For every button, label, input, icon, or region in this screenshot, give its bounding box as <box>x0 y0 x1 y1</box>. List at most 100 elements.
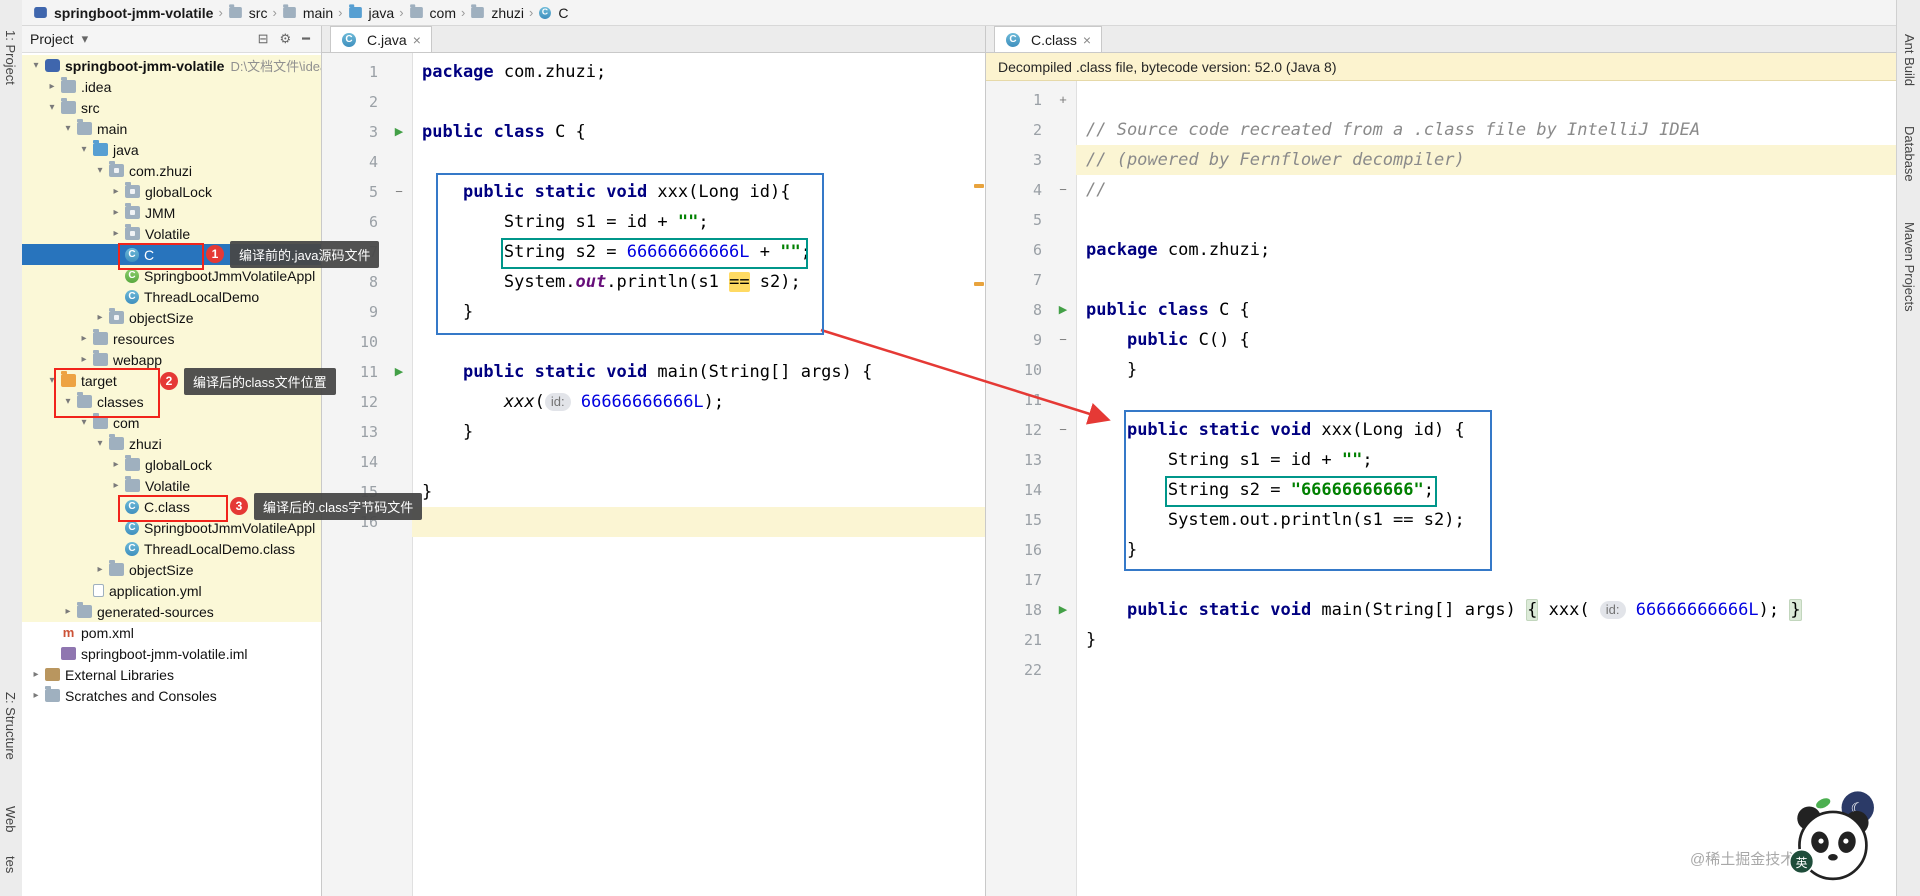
tree-item-generated-sources[interactable]: ▸ generated-sources <box>22 601 321 622</box>
breadcrumb-item-java[interactable]: java <box>345 4 398 21</box>
gear-icon[interactable]: ⚙ <box>277 31 295 47</box>
tree-item-label: objectSize <box>129 309 194 326</box>
code-text[interactable]: public class C { <box>412 117 985 147</box>
chevron-right-icon[interactable]: ▸ <box>76 333 92 344</box>
code-token: main(String[] args) { <box>647 362 873 382</box>
fold-collapse-icon[interactable]: − <box>1050 415 1076 445</box>
code-text[interactable]: public static void main(String[] args) {… <box>1076 595 1896 625</box>
chevron-right-icon[interactable]: ▸ <box>76 354 92 365</box>
breadcrumb-item-com[interactable]: com <box>406 4 459 21</box>
code-text[interactable]: // Source code recreated from a .class f… <box>1076 115 1896 145</box>
chevron-right-icon[interactable]: ▸ <box>28 669 44 680</box>
chevron-right-icon[interactable]: ▸ <box>108 186 124 197</box>
tree-item-src[interactable]: ▾ src <box>22 97 321 118</box>
tree-item-java[interactable]: ▾ java <box>22 139 321 160</box>
chevron-right-icon[interactable]: ▸ <box>60 606 76 617</box>
collapse-all-icon[interactable]: ⊟ <box>255 31 272 47</box>
chevron-right-icon[interactable]: ▸ <box>44 81 60 92</box>
chevron-right-icon[interactable]: ▸ <box>108 228 124 239</box>
chevron-down-icon[interactable]: ▾ <box>76 417 92 428</box>
code-text[interactable]: package com.zhuzi; <box>412 57 985 87</box>
code-text[interactable] <box>1076 655 1896 685</box>
gutter-spacer <box>386 87 412 117</box>
code-text[interactable]: } <box>1076 355 1896 385</box>
run-icon[interactable]: ▶ <box>1050 595 1076 625</box>
chevron-down-icon[interactable]: ▾ <box>28 60 44 71</box>
breadcrumb-item-src[interactable]: src <box>225 4 271 21</box>
tree-item-.idea[interactable]: ▸ .idea <box>22 76 321 97</box>
tool-button-database[interactable]: Database <box>1902 126 1917 182</box>
tree-item-threadlocaldemo.class[interactable]: C ThreadLocalDemo.class <box>22 538 321 559</box>
tree-item-zhuzi[interactable]: ▾ zhuzi <box>22 433 321 454</box>
code-text[interactable] <box>412 87 985 117</box>
tree-item-springboot-jmm-volatile.iml[interactable]: springboot-jmm-volatile.iml <box>22 643 321 664</box>
fold-collapse-icon[interactable]: − <box>1050 325 1076 355</box>
tool-button-structure[interactable]: Z: Structure <box>3 692 18 760</box>
tree-item-resources[interactable]: ▸ resources <box>22 328 321 349</box>
code-text[interactable]: // <box>1076 175 1896 205</box>
chevron-right-icon[interactable]: ▸ <box>92 564 108 575</box>
run-icon[interactable]: ▶ <box>386 357 412 387</box>
close-tab-icon[interactable]: × <box>1083 32 1091 48</box>
code-text[interactable]: } <box>412 477 985 507</box>
code-text[interactable] <box>412 507 985 537</box>
fold-collapse-icon[interactable]: − <box>1050 175 1076 205</box>
code-text[interactable]: package com.zhuzi; <box>1076 235 1896 265</box>
chevron-right-icon[interactable]: ▸ <box>108 207 124 218</box>
tool-button-web[interactable]: Web <box>3 806 18 833</box>
tree-item-com.zhuzi[interactable]: ▾ com.zhuzi <box>22 160 321 181</box>
chevron-down-icon[interactable]: ▾ <box>92 165 108 176</box>
fold-expand-icon[interactable]: + <box>1050 85 1076 115</box>
tree-item-globallock[interactable]: ▸ globalLock <box>22 181 321 202</box>
tree-item-objectsize[interactable]: ▸ objectSize <box>22 307 321 328</box>
tree-item-globallock[interactable]: ▸ globalLock <box>22 454 321 475</box>
chevron-down-icon[interactable]: ▾ <box>79 31 92 47</box>
chevron-down-icon[interactable]: ▾ <box>92 438 108 449</box>
tree-item-scratches-and-consoles[interactable]: ▸ Scratches and Consoles <box>22 685 321 706</box>
code-text[interactable]: } <box>1076 625 1896 655</box>
breadcrumb-item-main[interactable]: main <box>279 4 336 21</box>
code-text[interactable] <box>1076 265 1896 295</box>
line-number: 13 <box>359 423 378 441</box>
tree-item-webapp[interactable]: ▸ webapp <box>22 349 321 370</box>
chevron-right-icon[interactable]: ▸ <box>28 690 44 701</box>
class-icon: C <box>125 289 139 304</box>
breadcrumb-item-c[interactable]: CC <box>535 5 571 21</box>
tree-item-springboot-jmm-volatile[interactable]: ▾ springboot-jmm-volatile D:\文档文件\idea_ <box>22 55 321 76</box>
code-text[interactable]: xxx(id: 66666666666L); <box>412 387 985 417</box>
chevron-right-icon[interactable]: ▸ <box>108 480 124 491</box>
chevron-down-icon[interactable]: ▾ <box>60 123 76 134</box>
code-text[interactable]: } <box>412 417 985 447</box>
tree-item-objectsize[interactable]: ▸ objectSize <box>22 559 321 580</box>
hide-panel-icon[interactable]: ━ <box>299 31 313 47</box>
tree-item-application.yml[interactable]: application.yml <box>22 580 321 601</box>
tab-c-java[interactable]: C C.java × <box>330 26 432 52</box>
close-tab-icon[interactable]: × <box>413 32 421 48</box>
code-text[interactable] <box>412 447 985 477</box>
tool-button-project[interactable]: 1: Project <box>3 30 18 85</box>
tool-button-maven-projects[interactable]: Maven Projects <box>1902 222 1917 312</box>
run-icon[interactable]: ▶ <box>386 117 412 147</box>
tree-item-main[interactable]: ▾ main <box>22 118 321 139</box>
code-text[interactable] <box>1076 85 1896 115</box>
chevron-right-icon[interactable]: ▸ <box>108 459 124 470</box>
breadcrumb-item-zhuzi[interactable]: zhuzi <box>467 4 527 21</box>
tab-c-class[interactable]: C C.class × <box>994 26 1103 52</box>
tool-button-favorites[interactable]: tes <box>3 856 18 873</box>
chevron-down-icon[interactable]: ▾ <box>44 102 60 113</box>
fold-collapse-icon[interactable]: − <box>386 177 412 207</box>
run-icon[interactable]: ▶ <box>1050 295 1076 325</box>
tree-item-jmm[interactable]: ▸ JMM <box>22 202 321 223</box>
chevron-down-icon[interactable]: ▾ <box>76 144 92 155</box>
code-text[interactable] <box>1076 205 1896 235</box>
code-text[interactable]: public static void main(String[] args) { <box>412 357 985 387</box>
code-text[interactable]: public C() { <box>1076 325 1896 355</box>
chevron-right-icon[interactable]: ▸ <box>92 312 108 323</box>
tree-item-external-libraries[interactable]: ▸ External Libraries <box>22 664 321 685</box>
tree-item-threadlocaldemo[interactable]: C ThreadLocalDemo <box>22 286 321 307</box>
code-text[interactable]: // (powered by Fernflower decompiler) <box>1076 145 1896 175</box>
tool-button-ant-build[interactable]: Ant Build <box>1902 34 1917 86</box>
tree-item-pom.xml[interactable]: m pom.xml <box>22 622 321 643</box>
breadcrumb-item-springboot-jmm-volatile[interactable]: springboot-jmm-volatile <box>30 5 216 21</box>
code-text[interactable]: public class C { <box>1076 295 1896 325</box>
